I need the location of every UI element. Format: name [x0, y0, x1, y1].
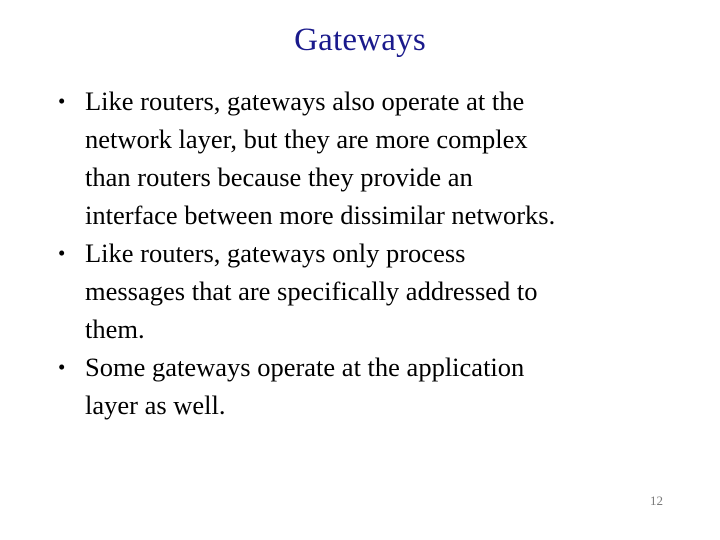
bullet-dot-icon: •	[58, 89, 66, 113]
bullet-dot-icon: •	[58, 355, 66, 379]
list-item-text: Like routers, gateways also operate at t…	[85, 86, 556, 230]
bullet-list: • Like routers, gateways also operate at…	[46, 82, 686, 424]
slide-canvas: Gateways • Like routers, gateways also o…	[0, 0, 720, 540]
list-item-text: Some gateways operate at the application…	[85, 352, 525, 420]
bullet-dot-icon: •	[58, 241, 66, 265]
list-item: • Like routers, gateways also operate at…	[46, 82, 686, 234]
list-item: • Some gateways operate at the applicati…	[46, 348, 686, 424]
page-number: 12	[650, 493, 663, 508]
page-title: Gateways	[294, 22, 426, 58]
list-item: • Like routers, gateways only process me…	[46, 234, 686, 348]
list-item-text: Like routers, gateways only process mess…	[85, 238, 538, 344]
